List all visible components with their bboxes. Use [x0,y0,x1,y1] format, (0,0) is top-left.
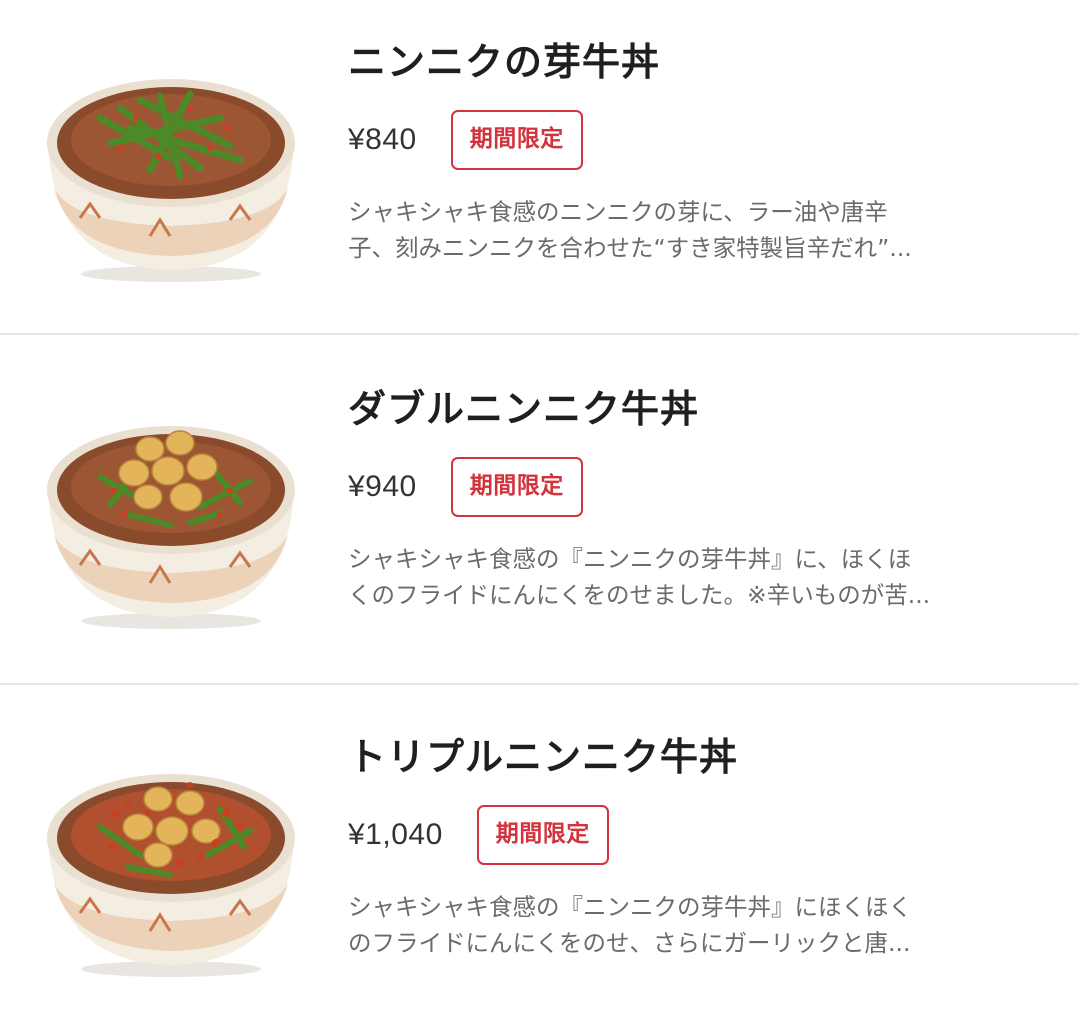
menu-item-description: シャキシャキ食感のニンニクの芽に、ラー油や唐辛 子、刻みニンニクを合わせた“すき… [348,194,1038,266]
bowl-image [40,743,302,979]
menu-item-title: ダブルニンニク牛丼 [348,387,700,431]
description-line: シャキシャキ食感の『ニンニクの芽牛丼』にほくほく [348,893,912,921]
limited-time-badge: 期間限定 [476,805,609,865]
description-line: くのフライドにんにくをのせました。※辛いものが苦... [348,581,931,609]
menu-item-info: ダブルニンニク牛丼 ¥940 期間限定 シャキシャキ食感の『ニンニクの芽牛丼』に… [348,385,1039,613]
menu-item-info: トリプルニンニク牛丼 ¥1,040 期間限定 シャキシャキ食感の『ニンニクの芽牛… [348,733,1039,961]
menu-item-price: ¥840 [348,123,417,156]
bowl-image [40,48,302,284]
menu-item-description: シャキシャキ食感の『ニンニクの芽牛丼』に、ほくほ くのフライドにんにくをのせまし… [348,541,1038,613]
menu-item-double-garlic-gyudon[interactable]: ダブルニンニク牛丼 ¥940 期間限定 シャキシャキ食感の『ニンニクの芽牛丼』に… [0,335,1079,685]
limited-time-badge: 期間限定 [450,457,583,517]
menu-item-description: シャキシャキ食感の『ニンニクの芽牛丼』にほくほく のフライドにんにくをのせ、さら… [348,889,1038,961]
description-line: 子、刻みニンニクを合わせた“すき家特製旨辛だれ”... [348,234,912,262]
description-line: シャキシャキ食感のニンニクの芽に、ラー油や唐辛 [348,198,888,226]
description-line: シャキシャキ食感の『ニンニクの芽牛丼』に、ほくほ [348,545,912,573]
menu-item-title: ニンニクの芽牛丼 [348,40,661,84]
menu-list: ニンニクの芽牛丼 ¥840 期間限定 シャキシャキ食感のニンニクの芽に、ラー油や… [0,0,1079,1023]
limited-time-badge: 期間限定 [450,110,583,170]
price-row: ¥840 期間限定 [348,110,1039,170]
menu-item-price: ¥1,040 [348,818,443,851]
bowl-image [40,395,302,631]
description-line: のフライドにんにくをのせ、さらにガーリックと唐... [348,929,911,957]
menu-item-title: トリプルニンニク牛丼 [348,735,739,779]
price-row: ¥1,040 期間限定 [348,805,1039,865]
price-row: ¥940 期間限定 [348,457,1039,517]
menu-item-triple-garlic-gyudon[interactable]: トリプルニンニク牛丼 ¥1,040 期間限定 シャキシャキ食感の『ニンニクの芽牛… [0,685,1079,1023]
menu-item-info: ニンニクの芽牛丼 ¥840 期間限定 シャキシャキ食感のニンニクの芽に、ラー油や… [348,38,1039,266]
menu-item-price: ¥940 [348,470,417,503]
menu-item-garlic-sprout-gyudon[interactable]: ニンニクの芽牛丼 ¥840 期間限定 シャキシャキ食感のニンニクの芽に、ラー油や… [0,0,1079,335]
